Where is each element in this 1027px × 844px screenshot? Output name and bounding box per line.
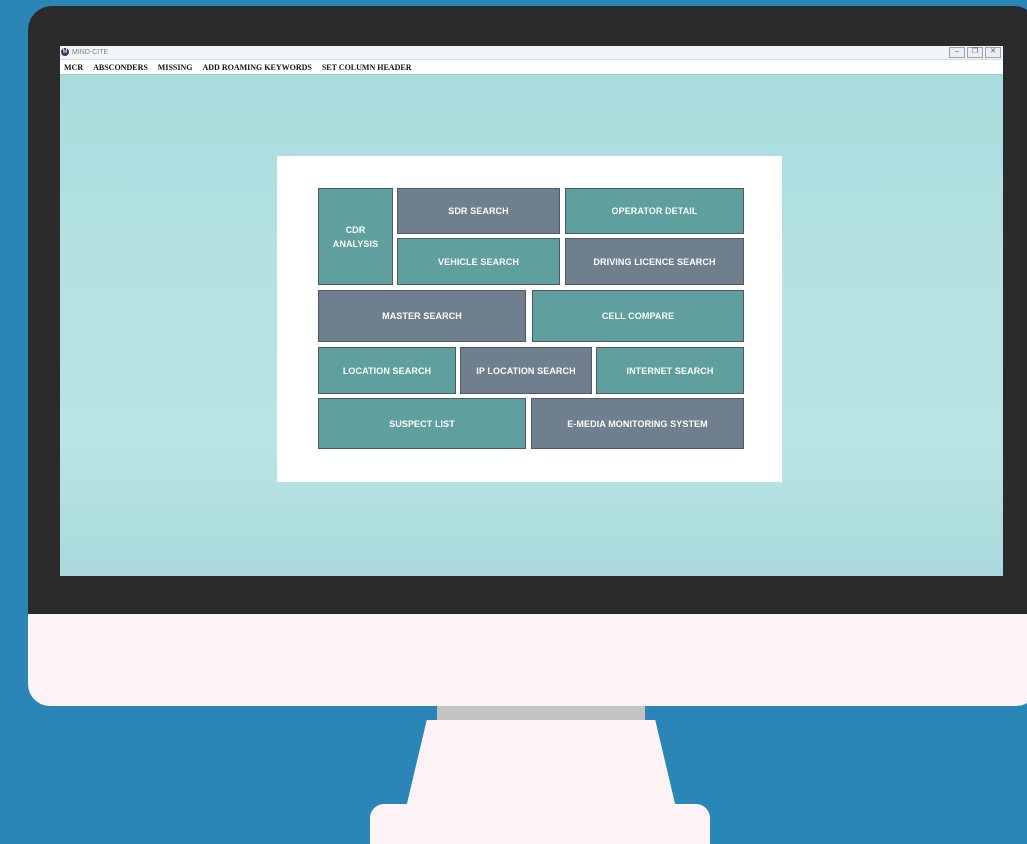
menu-bar: MCR ABSCONDERS MISSING ADD ROAMING KEYWO…	[60, 60, 1003, 75]
monitor-stand	[405, 720, 677, 812]
module-panel: CDR ANALYSIS SDR SEARCH OPERATOR DETAIL …	[277, 156, 782, 482]
location-search-button[interactable]: LOCATION SEARCH	[318, 347, 456, 394]
driving-licence-search-button[interactable]: DRIVING LICENCE SEARCH	[565, 238, 744, 285]
cdr-analysis-button[interactable]: CDR ANALYSIS	[318, 188, 393, 285]
menu-item-add-roaming-keywords[interactable]: ADD ROAMING KEYWORDS	[202, 63, 311, 72]
app-window: M MIND-CITE – ❐ ✕ MCR ABSCONDERS MISSING…	[60, 46, 1003, 576]
operator-detail-button[interactable]: OPERATOR DETAIL	[565, 188, 744, 234]
internet-search-button[interactable]: INTERNET SEARCH	[596, 347, 744, 394]
stand-neck-band	[437, 706, 645, 720]
vehicle-search-button[interactable]: VEHICLE SEARCH	[397, 238, 560, 285]
monitor-stand-base	[370, 804, 710, 844]
ip-location-search-button[interactable]: IP LOCATION SEARCH	[460, 347, 592, 394]
app-logo-icon: M	[61, 48, 69, 56]
e-media-monitoring-system-button[interactable]: E-MEDIA MONITORING SYSTEM	[531, 398, 744, 449]
sdr-search-button[interactable]: SDR SEARCH	[397, 188, 560, 234]
menu-item-absconders[interactable]: ABSCONDERS	[93, 63, 148, 72]
window-title: MIND-CITE	[72, 49, 109, 56]
title-bar: M MIND-CITE – ❐ ✕	[60, 46, 1003, 60]
master-search-button[interactable]: MASTER SEARCH	[318, 290, 526, 342]
menu-item-mcr[interactable]: MCR	[64, 63, 83, 72]
menu-item-missing[interactable]: MISSING	[158, 63, 193, 72]
restore-button[interactable]: ❐	[967, 47, 983, 58]
minimize-button[interactable]: –	[949, 47, 965, 58]
suspect-list-button[interactable]: SUSPECT LIST	[318, 398, 526, 449]
cell-compare-button[interactable]: CELL COMPARE	[532, 290, 744, 342]
monitor-chin	[28, 614, 1027, 706]
menu-item-set-column-header[interactable]: SET COLUMN HEADER	[322, 63, 412, 72]
close-button[interactable]: ✕	[985, 47, 1001, 58]
window-controls: – ❐ ✕	[949, 47, 1001, 58]
